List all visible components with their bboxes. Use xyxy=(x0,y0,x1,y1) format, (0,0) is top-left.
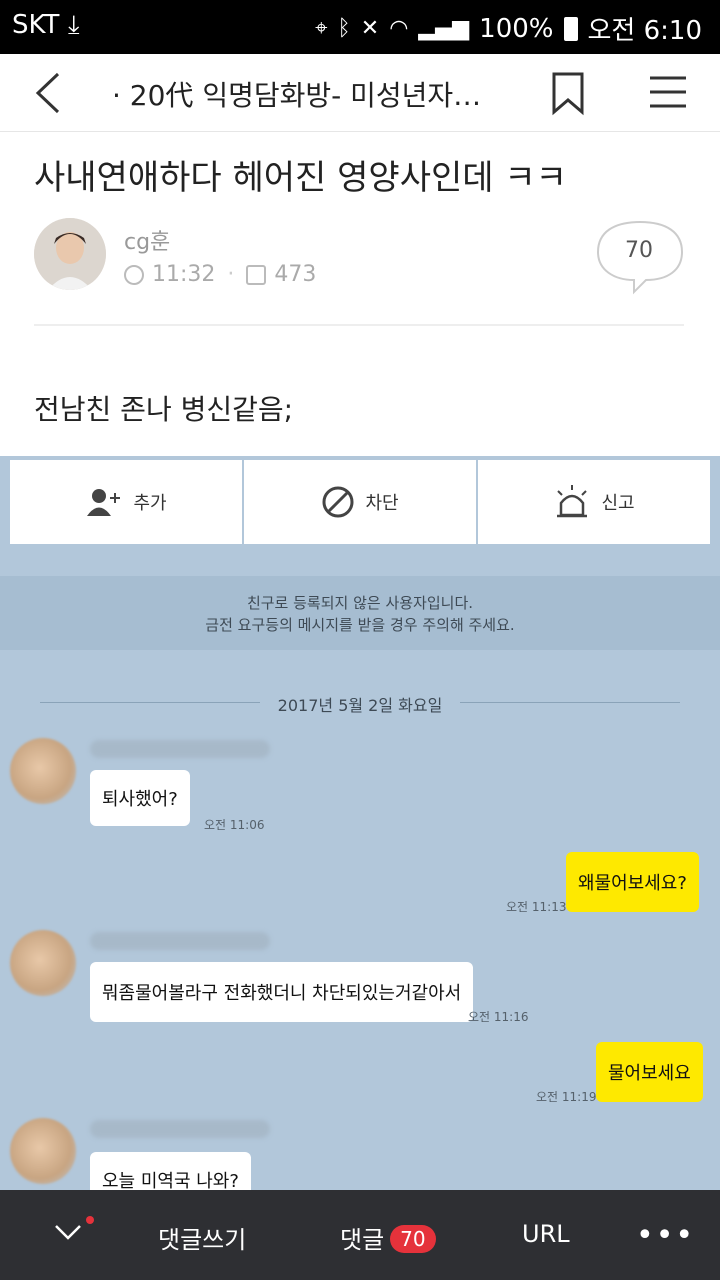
chat-bubble: 오늘 미역국 나와? xyxy=(90,1152,251,1190)
url-button[interactable]: URL xyxy=(522,1220,570,1248)
carrier-name: SKT xyxy=(12,10,60,40)
date-separator: 2017년 5월 2일 화요일 xyxy=(0,692,720,716)
clock-icon xyxy=(124,264,144,285)
meta-separator: · xyxy=(227,262,235,287)
battery-icon xyxy=(563,16,578,41)
notice-line-2: 금전 요구등의 메시지를 받을 경우 주의해 주세요. xyxy=(205,616,515,634)
views-icon xyxy=(246,264,267,285)
wifi-icon: ◠ xyxy=(389,16,409,41)
comments-button[interactable]: 댓글 70 xyxy=(340,1220,436,1255)
comments-label: 댓글 xyxy=(340,1226,385,1254)
author-avatar[interactable] xyxy=(34,218,106,290)
view-count: 473 xyxy=(274,262,317,287)
comment-count-bubble[interactable]: 70 xyxy=(594,218,686,296)
location-icon: ⌖ xyxy=(315,16,328,41)
post-meta: 11:32 · 473 xyxy=(124,262,316,287)
board-title: · 20代 익명담화방- 미성년자… xyxy=(112,79,482,112)
block-button: 차단 xyxy=(244,460,476,544)
chat-time: 오전 11:19 xyxy=(536,1090,597,1104)
block-label: 차단 xyxy=(365,493,399,514)
add-friend-icon xyxy=(87,489,121,516)
post-body: 전남친 존나 병신같음; xyxy=(34,393,294,426)
chat-time: 오전 11:06 xyxy=(204,818,265,832)
sender-name-blurred xyxy=(90,740,270,758)
clock: 오전 6:10 xyxy=(587,16,703,46)
sender-name-blurred xyxy=(90,1120,270,1138)
notification-dot xyxy=(86,1216,94,1224)
status-bar: SKT ⤓ ⌖ ᛒ ✕ ◠ ▂▄▆ 100% 오전 6:10 xyxy=(0,0,720,54)
post-time: 11:32 xyxy=(152,262,216,287)
chat-action-bar: 추가 차단 신고 xyxy=(10,460,710,544)
back-arrow-icon[interactable] xyxy=(28,68,72,118)
sender-avatar-blurred xyxy=(10,1118,76,1184)
post-title: 사내연애하다 헤어진 영양사인데 ㅋㅋ xyxy=(34,158,567,198)
comment-count: 70 xyxy=(625,238,653,263)
download-icon: ⤓ xyxy=(68,10,80,40)
unregistered-user-notice: 친구로 등록되지 않은 사용자입니다. 금전 요구등의 메시지를 받을 경우 주… xyxy=(0,576,720,650)
chat-screenshot: 추가 차단 신고 친구로 등록되지 않은 사용자입니다. 금전 요구등의 메시지… xyxy=(0,456,720,1190)
chat-bubble: 퇴사했어? xyxy=(90,770,190,826)
block-icon xyxy=(322,486,354,518)
top-nav-bar: · 20代 익명담화방- 미성년자… xyxy=(0,54,720,132)
notice-line-1: 친구로 등록되지 않은 사용자입니다. xyxy=(246,594,474,612)
report-button: 신고 xyxy=(478,460,710,544)
signal-icon: ▂▄▆ xyxy=(418,16,470,41)
add-friend-label: 추가 xyxy=(133,493,167,514)
chat-bubble-mine: 물어보세요 xyxy=(596,1042,703,1102)
chat-bubble: 뭐좀물어볼라구 전화했더니 차단되있는거같아서 xyxy=(90,962,474,1022)
write-comment-button[interactable]: 댓글쓰기 xyxy=(158,1220,246,1255)
hamburger-menu-icon[interactable] xyxy=(646,72,690,112)
status-icons: ⌖ ᛒ ✕ ◠ ▂▄▆ 100% 오전 6:10 xyxy=(315,10,702,47)
more-options-icon[interactable]: ••• xyxy=(636,1218,695,1253)
report-siren-icon xyxy=(557,485,588,518)
author-name[interactable]: cg훈 xyxy=(124,224,170,256)
add-friend-button: 추가 xyxy=(10,460,242,544)
divider xyxy=(34,324,684,326)
sender-avatar-blurred xyxy=(10,930,76,996)
bookmark-icon[interactable] xyxy=(548,68,588,118)
battery-percent: 100% xyxy=(479,13,554,44)
chat-bubble-mine: 왜물어보세요? xyxy=(566,852,699,912)
bottom-toolbar: 댓글쓰기 댓글 70 URL ••• xyxy=(0,1190,720,1280)
sender-avatar-blurred xyxy=(10,738,76,804)
mute-icon: ✕ xyxy=(360,16,380,41)
comments-count-badge: 70 xyxy=(390,1225,436,1253)
chevron-down-icon[interactable] xyxy=(52,1220,84,1244)
report-label: 신고 xyxy=(601,493,635,514)
sender-name-blurred xyxy=(90,932,270,950)
chat-time: 오전 11:16 xyxy=(468,1010,529,1024)
bluetooth-icon: ᛒ xyxy=(337,16,351,41)
chat-time: 오전 11:13 xyxy=(506,900,567,914)
